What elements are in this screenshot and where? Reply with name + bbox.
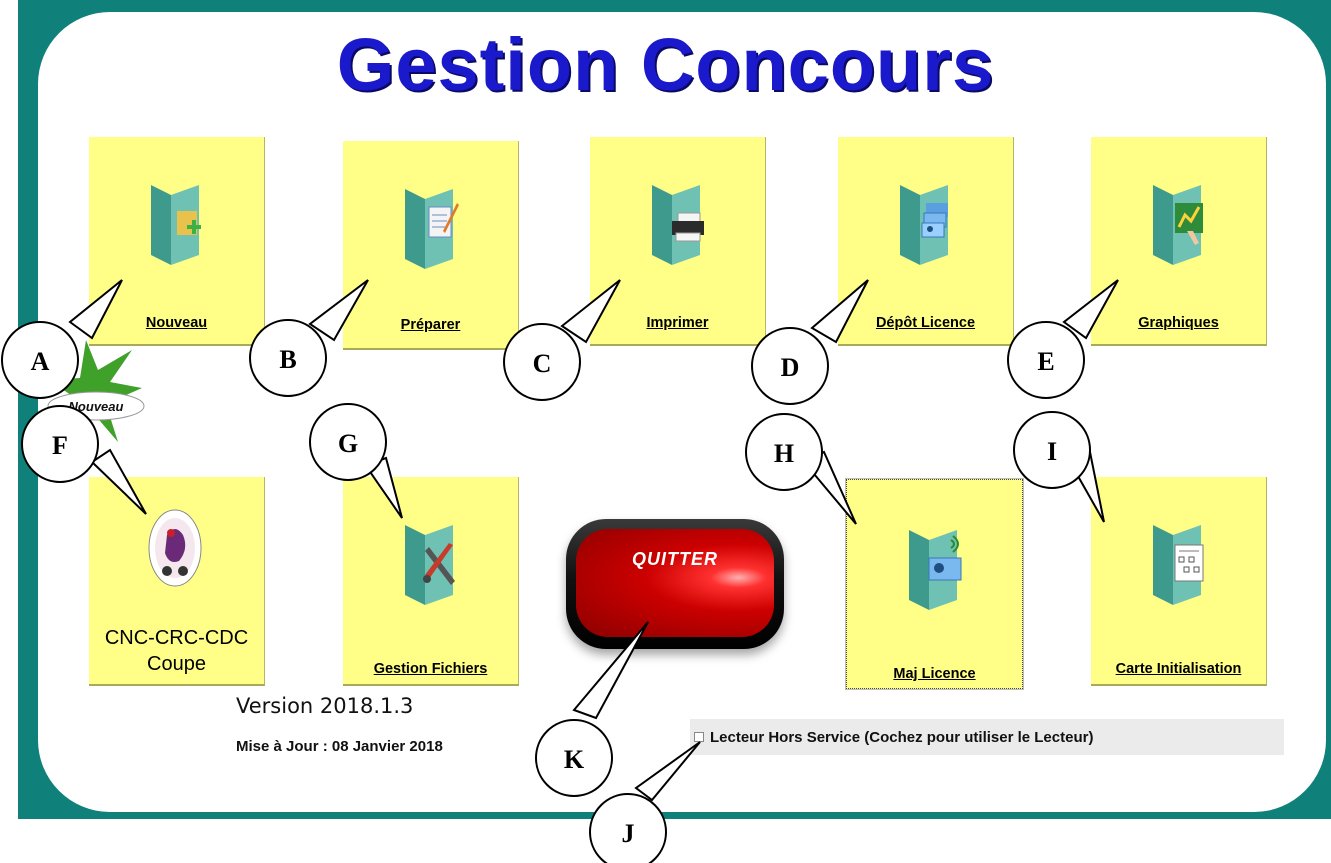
- tile-cnc-crc-cdc-coupe[interactable]: CNC-CRC-CDC Coupe: [89, 477, 265, 686]
- tile-carte-initialisation[interactable]: Carte Initialisation: [1091, 477, 1267, 686]
- reader-checkbox-label: Lecteur Hors Service (Cochez pour utilis…: [710, 728, 1094, 746]
- app-title: Gestion Concours: [336, 23, 995, 106]
- main-panel: [38, 12, 1326, 812]
- callout-j: J: [622, 819, 635, 848]
- quit-button[interactable]: QUITTER: [566, 519, 784, 649]
- tile-maj-licence[interactable]: Maj Licence: [845, 478, 1024, 690]
- quit-button-label: QUITTER: [632, 549, 718, 569]
- tile-label: Graphiques: [1138, 315, 1219, 331]
- tile-gestion-fichiers[interactable]: Gestion Fichiers: [343, 477, 519, 686]
- federation-logo-icon: [148, 509, 202, 587]
- folder-network-card-icon: [1153, 525, 1204, 605]
- tile-preparer[interactable]: Préparer: [343, 141, 519, 350]
- tile-label: Dépôt Licence: [875, 315, 976, 331]
- tile-label: Nouveau: [145, 315, 208, 331]
- new-badge: Nouveau: [47, 340, 145, 450]
- folder-chart-icon: [1153, 185, 1203, 265]
- tile-graphiques[interactable]: Graphiques: [1091, 137, 1267, 346]
- folder-tools-icon: [405, 525, 455, 605]
- tile-label: Préparer: [400, 317, 461, 333]
- tile-label: Gestion Fichiers: [373, 661, 488, 677]
- version-text: Version 2018.1.3: [236, 694, 414, 718]
- tile-label: Maj Licence: [893, 666, 976, 682]
- folder-wireless-licence-icon: [909, 530, 962, 610]
- folder-add-icon: [151, 185, 201, 265]
- new-badge-label: Nouveau: [69, 399, 124, 414]
- tile-imprimer[interactable]: Imprimer: [590, 137, 766, 346]
- tile-label: Carte Initialisation: [1115, 661, 1242, 677]
- tile-label: Imprimer: [646, 315, 709, 331]
- folder-edit-icon: [405, 189, 459, 269]
- folder-licence-cards-icon: [900, 185, 948, 265]
- reader-checkbox-row[interactable]: Lecteur Hors Service (Cochez pour utilis…: [690, 719, 1284, 755]
- tile-label-line1: CNC-CRC-CDC: [104, 627, 249, 649]
- reader-checkbox[interactable]: [694, 732, 704, 742]
- quit-button-face: [576, 529, 774, 637]
- folder-printer-icon: [652, 185, 704, 265]
- tile-depot-licence[interactable]: Dépôt Licence: [838, 137, 1014, 346]
- tile-label-line2: Coupe: [147, 653, 206, 675]
- tile-nouveau[interactable]: Nouveau: [89, 137, 265, 346]
- update-date-text: Mise à Jour : 08 Janvier 2018: [236, 738, 443, 755]
